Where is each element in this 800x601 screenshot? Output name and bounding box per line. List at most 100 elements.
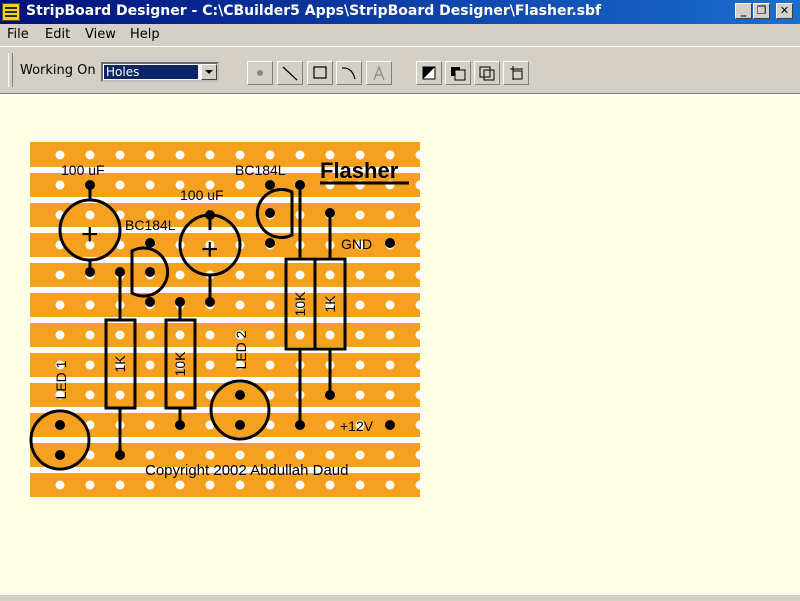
board-hole[interactable] — [55, 300, 65, 310]
board-hole[interactable] — [295, 270, 305, 280]
board-hole[interactable] — [415, 210, 425, 220]
board-hole[interactable] — [205, 450, 215, 460]
board-hole[interactable] — [295, 450, 305, 460]
board-hole[interactable] — [175, 330, 185, 340]
board-hole[interactable] — [205, 360, 215, 370]
board-hole[interactable] — [355, 330, 365, 340]
board-hole[interactable] — [55, 330, 65, 340]
board-hole[interactable] — [415, 180, 425, 190]
transistor-1-label: BC184L — [125, 217, 176, 233]
board-hole[interactable] — [385, 300, 395, 310]
board-hole[interactable] — [265, 150, 275, 160]
board-hole[interactable] — [85, 360, 95, 370]
board-hole[interactable] — [415, 240, 425, 250]
board-hole[interactable] — [235, 270, 245, 280]
resistor-r3-label: 10K — [292, 291, 308, 317]
board-hole[interactable] — [175, 480, 185, 490]
board-hole[interactable] — [205, 150, 215, 160]
board-hole[interactable] — [415, 420, 425, 430]
board-hole[interactable] — [355, 210, 365, 220]
board-hole[interactable] — [55, 480, 65, 490]
board-hole[interactable] — [355, 300, 365, 310]
board-hole[interactable] — [265, 270, 275, 280]
board-hole[interactable] — [175, 210, 185, 220]
board-hole[interactable] — [295, 150, 305, 160]
board-hole[interactable] — [355, 390, 365, 400]
board-hole[interactable] — [355, 270, 365, 280]
board-hole[interactable] — [85, 300, 95, 310]
board-hole[interactable] — [355, 480, 365, 490]
board-hole[interactable] — [415, 300, 425, 310]
board-hole[interactable] — [145, 390, 155, 400]
board-hole[interactable] — [415, 450, 425, 460]
board-hole[interactable] — [295, 480, 305, 490]
board-hole[interactable] — [235, 300, 245, 310]
board-hole[interactable] — [385, 210, 395, 220]
board-hole[interactable] — [175, 150, 185, 160]
strip-gap — [30, 407, 420, 413]
board-hole[interactable] — [415, 390, 425, 400]
stripboard-canvas[interactable]: Flasher 100 uF 100 uF BC184L BC184L GND … — [0, 0, 800, 600]
board-hole[interactable] — [385, 360, 395, 370]
board-hole[interactable] — [175, 390, 185, 400]
board-hole[interactable] — [85, 330, 95, 340]
board-hole[interactable] — [385, 390, 395, 400]
board-hole[interactable] — [205, 480, 215, 490]
board-hole[interactable] — [325, 420, 335, 430]
board-hole[interactable] — [235, 450, 245, 460]
board-hole[interactable] — [235, 180, 245, 190]
board-hole[interactable] — [175, 450, 185, 460]
board-hole[interactable] — [55, 150, 65, 160]
board-hole[interactable] — [85, 480, 95, 490]
board-hole[interactable] — [115, 390, 125, 400]
resistor-r1-label: 1K — [112, 355, 128, 373]
board-hole[interactable] — [385, 270, 395, 280]
board-hole[interactable] — [415, 360, 425, 370]
board-hole[interactable] — [265, 330, 275, 340]
board-hole[interactable] — [385, 450, 395, 460]
board-hole[interactable] — [145, 420, 155, 430]
board-hole[interactable] — [325, 330, 335, 340]
board-hole[interactable] — [145, 360, 155, 370]
board-hole[interactable] — [265, 480, 275, 490]
gnd-label: GND — [341, 236, 372, 252]
board-hole[interactable] — [325, 480, 335, 490]
strip-gap — [30, 287, 420, 293]
board-hole[interactable] — [235, 480, 245, 490]
board-hole[interactable] — [325, 450, 335, 460]
board-hole[interactable] — [55, 270, 65, 280]
board-hole[interactable] — [115, 180, 125, 190]
board-hole[interactable] — [265, 450, 275, 460]
board-hole[interactable] — [175, 270, 185, 280]
led-2-label: LED 2 — [233, 330, 249, 369]
board-hole[interactable] — [145, 150, 155, 160]
board-hole[interactable] — [205, 330, 215, 340]
board-hole[interactable] — [145, 480, 155, 490]
board-hole[interactable] — [235, 210, 245, 220]
strip-gap — [30, 377, 420, 383]
board-hole[interactable] — [55, 180, 65, 190]
board-hole[interactable] — [355, 450, 365, 460]
board-hole[interactable] — [145, 330, 155, 340]
board-hole[interactable] — [385, 480, 395, 490]
board-hole[interactable] — [145, 450, 155, 460]
board-hole[interactable] — [355, 360, 365, 370]
board-hole[interactable] — [85, 390, 95, 400]
board-hole[interactable] — [145, 180, 155, 190]
board-hole[interactable] — [295, 330, 305, 340]
board-hole[interactable] — [415, 270, 425, 280]
board-hole[interactable] — [415, 330, 425, 340]
board-hole[interactable] — [115, 150, 125, 160]
board-hole[interactable] — [115, 480, 125, 490]
board-hole[interactable] — [325, 270, 335, 280]
board-hole[interactable] — [385, 330, 395, 340]
capacitor-2-label: 100 uF — [180, 187, 224, 203]
board-hole[interactable] — [115, 330, 125, 340]
board-hole[interactable] — [85, 150, 95, 160]
board-hole[interactable] — [415, 480, 425, 490]
board-hole[interactable] — [265, 300, 275, 310]
board-hole[interactable] — [265, 360, 275, 370]
transistor-2-label: BC184L — [235, 162, 286, 178]
board-hole[interactable] — [235, 150, 245, 160]
board-hole[interactable] — [415, 150, 425, 160]
